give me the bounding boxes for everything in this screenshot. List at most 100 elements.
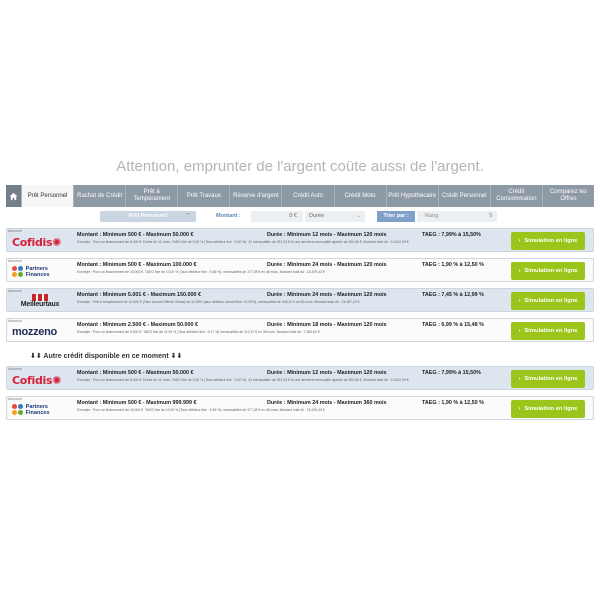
cofidis-logo[interactable]: Cofidis ✺ <box>12 372 68 388</box>
offer-example: Exemple : Pour un financement de 8.000 €… <box>77 240 409 244</box>
tab-comparez-les-offres[interactable]: Comparez les Offres <box>543 185 594 207</box>
partners-finances-logo[interactable]: Partners Finances <box>12 264 68 280</box>
sun-icon: ✺ <box>52 235 62 249</box>
offer-example: Exemple : Pour un financement de 15.000 … <box>77 408 325 412</box>
annonce-label: Annonce <box>8 289 22 293</box>
simulation-button[interactable]: › Simulation en ligne <box>511 370 585 388</box>
simulation-button[interactable]: › Simulation en ligne <box>511 400 585 418</box>
partners-mark-icon <box>12 404 23 416</box>
offer-duration: Durée : Minimum 12 mois - Maximum 120 mo… <box>267 232 387 238</box>
meilleurtaux-logo[interactable]: Meilleurtaux <box>12 294 68 310</box>
tab-reserve-d-argent[interactable]: Réserve d'argent <box>230 185 283 207</box>
loan-type-value: Prêt Personnel <box>128 213 168 219</box>
tab-credit-consommation[interactable]: Crédit Consommation <box>491 185 543 207</box>
simulation-button-label: Simulation en ligne <box>524 328 578 334</box>
brand-name: Meilleurtaux <box>20 301 60 308</box>
tab-pret-a-temperament[interactable]: Prêt à Tempérament <box>126 185 179 207</box>
simulation-button[interactable]: › Simulation en ligne <box>511 292 585 310</box>
offer-summary: Montant : Minimum 500 € - Maximum 999.99… <box>77 399 507 407</box>
cofidis-logo[interactable]: Cofidis ✺ <box>12 234 68 250</box>
simulation-button-label: Simulation en ligne <box>524 238 578 244</box>
annonce-label: Annonce <box>8 259 22 263</box>
simulation-button-label: Simulation en ligne <box>524 406 578 412</box>
offer-summary: Montant : Minimum 2.500 € - Maximum 50.0… <box>77 321 507 329</box>
brand-name: mozzeno <box>12 326 57 338</box>
offer-amount: Montant : Minimum 500 € - Maximum 50.000… <box>77 232 194 238</box>
chevron-down-icon: ⌄ <box>356 213 361 219</box>
simulation-button[interactable]: › Simulation en ligne <box>511 262 585 280</box>
tab-credit-personnel[interactable]: Crédit Personnel <box>439 185 491 207</box>
offer-duration: Durée : Minimum 18 mois - Maximum 120 mo… <box>267 322 387 328</box>
tab-pret-personnel[interactable]: Prêt Personnel <box>22 185 75 207</box>
offer-amount: Montant : Minimum 500 € - Maximum 100.00… <box>77 262 197 268</box>
offer-card: Annonce Partners Finances Montant : Mini… <box>6 396 594 420</box>
offer-amount: Montant : Minimum 500 € - Maximum 999.99… <box>77 400 197 406</box>
chevron-right-icon: › <box>518 268 521 274</box>
brand-name: Cofidis <box>12 373 53 387</box>
sort-select[interactable]: Rang ⇅ <box>417 211 497 222</box>
home-tab[interactable] <box>6 185 22 207</box>
offer-card: Annonce Cofidis ✺ Montant : Minimum 500 €… <box>6 366 594 390</box>
simulation-button-label: Simulation en ligne <box>524 298 578 304</box>
chevron-updown-icon: ⌃ <box>185 213 190 219</box>
offer-taeg: TAEG : 7,99% à 15,50% <box>422 232 481 238</box>
offer-card: Annonce mozzeno Montant : Minimum 2.500 … <box>6 318 594 342</box>
sort-value: Rang <box>425 213 439 219</box>
chevron-right-icon: › <box>518 238 521 244</box>
simulation-button[interactable]: › Simulation en ligne <box>511 322 585 340</box>
offer-summary: Montant : Minimum 5.001 € - Maximum 150.… <box>77 291 507 299</box>
offer-card: Annonce Meilleurtaux Montant : Minimum 5… <box>6 288 594 312</box>
sort-icon: ⇅ <box>488 213 493 219</box>
tab-credit-auto[interactable]: Crédit Auto <box>282 185 335 207</box>
tab-pret-hypothecaire[interactable]: Prêt Hypothécaire <box>387 185 439 207</box>
offer-card: Annonce Partners Finances Montant : Mini… <box>6 258 594 282</box>
offer-amount: Montant : Minimum 5.001 € - Maximum 150.… <box>77 292 202 298</box>
duree-select[interactable]: Durée ⌄ <box>305 211 365 222</box>
simulation-button[interactable]: › Simulation en ligne <box>511 232 585 250</box>
other-credit-heading: ⬇⬇ Autre crédit disponible en ce moment … <box>30 353 183 360</box>
home-icon <box>9 192 18 200</box>
loan-category-tabs: Prêt Personnel Rachat de Crédit Prêt à T… <box>6 185 594 207</box>
simulation-button-label: Simulation en ligne <box>524 268 578 274</box>
montant-label: Montant : <box>216 213 241 219</box>
sort-label: Trier par : <box>377 211 415 222</box>
offer-summary: Montant : Minimum 500 € - Maximum 50.000… <box>77 231 507 239</box>
offer-taeg: TAEG : 1,90 % à 12,50 % <box>422 262 484 268</box>
offer-duration: Durée : Minimum 24 mois - Maximum 120 mo… <box>267 292 387 298</box>
tab-credit-moto[interactable]: Crédit Moto <box>335 185 387 207</box>
offer-example: Exemple : Pour un financement de 15.000 … <box>77 270 325 274</box>
partners-finances-logo[interactable]: Partners Finances <box>12 402 68 418</box>
mozzeno-logo[interactable]: mozzeno <box>12 324 68 340</box>
offer-example: Exemple : Prêt à tempérament de 10.000 €… <box>77 300 360 304</box>
tab-rachat-de-credit[interactable]: Rachat de Crédit <box>74 185 127 207</box>
offer-amount: Montant : Minimum 2.500 € - Maximum 50.0… <box>77 322 199 328</box>
meilleurtaux-mark-icon <box>32 294 48 301</box>
offer-taeg: TAEG : 7,45 % à 12,99 % <box>422 292 484 298</box>
offer-taeg: TAEG : 1,90 % à 12,50 % <box>422 400 484 406</box>
offer-duration: Durée : Minimum 24 mois - Maximum 360 mo… <box>267 400 387 406</box>
tab-pret-travaux[interactable]: Prêt Travaux <box>178 185 231 207</box>
chevron-right-icon: › <box>518 376 521 382</box>
annonce-label: Annonce <box>8 367 22 371</box>
annonce-label: Annonce <box>8 397 22 401</box>
page-headline: Attention, emprunter de l'argent coûte a… <box>116 161 484 175</box>
loan-type-select[interactable]: Prêt Personnel ⌃ <box>100 211 196 222</box>
brand-name: Cofidis <box>12 235 53 249</box>
offer-amount: Montant : Minimum 500 € - Maximum 50.000… <box>77 370 194 376</box>
annonce-label: Annonce <box>8 319 22 323</box>
chevron-right-icon: › <box>518 298 521 304</box>
simulation-button-label: Simulation en ligne <box>524 376 578 382</box>
offer-taeg: TAEG : 6,99 % à 15,48 % <box>422 322 484 328</box>
offer-example: Exemple : Pour un financement de 6.500 €… <box>77 330 320 334</box>
montant-input[interactable]: 0 € <box>251 211 303 222</box>
chevron-right-icon: › <box>518 328 521 334</box>
offer-duration: Durée : Minimum 12 mois - Maximum 120 mo… <box>267 370 387 376</box>
offer-card: Annonce Cofidis ✺ Montant : Minimum 500 €… <box>6 228 594 252</box>
partners-mark-icon <box>12 266 23 278</box>
sun-icon: ✺ <box>52 373 62 387</box>
brand-name: Partners Finances <box>25 404 50 416</box>
chevron-right-icon: › <box>518 406 521 412</box>
duree-placeholder: Durée <box>309 213 324 219</box>
offer-example: Exemple : Pour un financement de 8.000 €… <box>77 378 409 382</box>
offer-summary: Montant : Minimum 500 € - Maximum 100.00… <box>77 261 507 269</box>
